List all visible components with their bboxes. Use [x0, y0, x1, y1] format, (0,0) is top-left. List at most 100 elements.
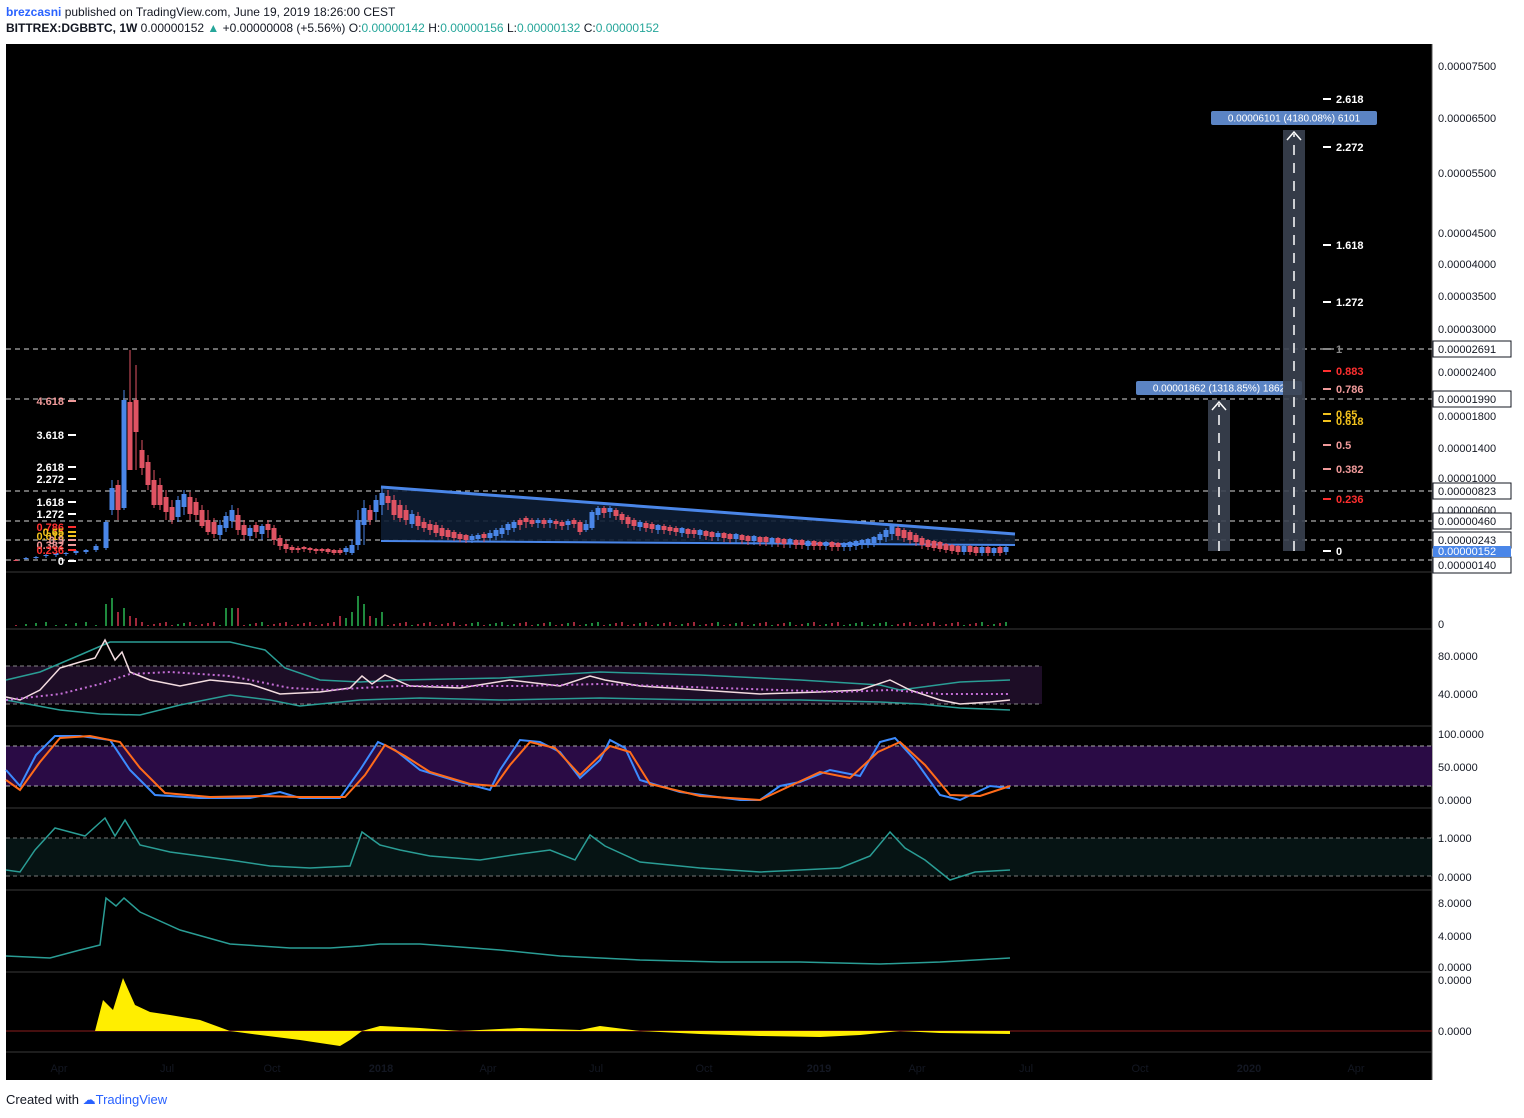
volume-bar	[999, 623, 1001, 626]
volume-bar	[255, 623, 257, 626]
candle	[709, 532, 715, 537]
price-label-5: 0.00000140	[1438, 560, 1496, 572]
osc3-tick-0: 1.0000	[1438, 833, 1472, 845]
volume-bar	[879, 623, 881, 626]
candle	[799, 540, 805, 545]
volume-bar	[783, 623, 785, 626]
candle	[997, 547, 1003, 553]
volume-bar	[561, 624, 563, 626]
candle	[751, 536, 757, 541]
volume-bar	[141, 622, 143, 626]
rsi-tick-1: 40.0000	[1438, 689, 1478, 701]
volume-bar	[123, 608, 125, 626]
volume-bar	[351, 612, 353, 626]
candle	[127, 402, 133, 470]
candle	[691, 530, 697, 534]
candle	[655, 525, 661, 530]
candle	[103, 522, 109, 548]
osc4-tick-2: 0.0000	[1438, 962, 1472, 974]
volume-bar	[243, 625, 245, 626]
candle	[667, 527, 673, 531]
candle	[595, 508, 601, 515]
price-axis[interactable]: 0.00007500 0.00006500 0.00005500 0.00004500…	[1432, 61, 1512, 1038]
volume-bar	[45, 622, 47, 626]
volume-bar	[747, 625, 749, 626]
time-tick-1: Jul	[160, 1063, 174, 1075]
volume-bar	[531, 625, 533, 626]
volume-bar	[591, 623, 593, 626]
candle	[361, 508, 367, 525]
candle	[373, 500, 379, 512]
volume-bar	[315, 625, 317, 626]
candle	[427, 524, 433, 530]
candle	[781, 539, 787, 544]
candle	[745, 536, 751, 541]
candle	[253, 525, 259, 532]
price-tick-7: 0.00002400	[1438, 367, 1496, 379]
fib-label-left-3: 2.272	[36, 474, 64, 486]
volume-bar	[843, 625, 845, 626]
volume-bar	[501, 622, 503, 626]
volume-bar	[915, 625, 917, 626]
candle	[835, 543, 841, 547]
candle	[463, 535, 469, 540]
volume-bar	[549, 622, 551, 626]
volume-bar	[261, 622, 263, 626]
volume-bar	[65, 624, 67, 626]
candle	[871, 537, 877, 543]
volume-bar	[135, 618, 137, 626]
stoch-band	[6, 746, 1432, 786]
chart-canvas[interactable]: 0.00001862 (1318.85%) 1862 0.00006101 (41…	[0, 0, 1524, 1118]
candle	[187, 497, 193, 514]
candle	[505, 524, 511, 530]
time-tick-8: Apr	[908, 1063, 925, 1075]
candle	[889, 526, 895, 534]
rsi-tick-0: 80.0000	[1438, 651, 1478, 663]
fib-label-left-12: 0	[58, 556, 64, 568]
candle	[949, 545, 955, 551]
volume-bar	[543, 623, 545, 626]
candle	[577, 522, 583, 532]
volume-bar	[621, 622, 623, 626]
candle	[313, 549, 319, 551]
candle	[409, 514, 415, 524]
volume-bar	[813, 622, 815, 626]
volume-bar	[633, 624, 635, 626]
volume-bar	[321, 624, 323, 626]
candle	[841, 543, 847, 547]
tradingview-link[interactable]: TradingView	[96, 1092, 168, 1107]
candle	[535, 520, 541, 523]
volume-bar	[771, 625, 773, 626]
volume-bar	[969, 624, 971, 626]
candle	[415, 516, 421, 526]
fib-label-right-6: 0.786	[1336, 384, 1364, 396]
candle	[955, 546, 961, 552]
volume-bar	[897, 624, 899, 626]
candle	[385, 496, 391, 503]
volume-bar	[25, 624, 27, 626]
volume-bar	[153, 624, 155, 626]
candle	[163, 497, 169, 512]
candle	[649, 524, 655, 529]
candle	[349, 545, 355, 553]
volume-bar	[603, 625, 605, 626]
tradingview-logo-icon[interactable]: ☁	[83, 1092, 96, 1107]
volume-bar	[945, 624, 947, 626]
candle	[937, 542, 943, 549]
volume-bar	[687, 623, 689, 626]
time-tick-5: Jul	[589, 1063, 603, 1075]
volume-bar	[279, 623, 281, 626]
rsi-band	[6, 666, 1042, 704]
candle	[93, 546, 99, 550]
volume-bar	[285, 622, 287, 626]
volume-bar	[345, 618, 347, 626]
candle	[295, 548, 301, 550]
candle	[337, 550, 343, 553]
candle	[637, 522, 643, 527]
stoch-tick-1: 50.0000	[1438, 762, 1478, 774]
volume-bar	[663, 623, 665, 626]
fib-label-left-0: 4.618	[36, 396, 64, 408]
candle	[775, 538, 781, 543]
candle	[883, 530, 889, 537]
fib-label-right-8: 0.618	[1336, 416, 1364, 428]
